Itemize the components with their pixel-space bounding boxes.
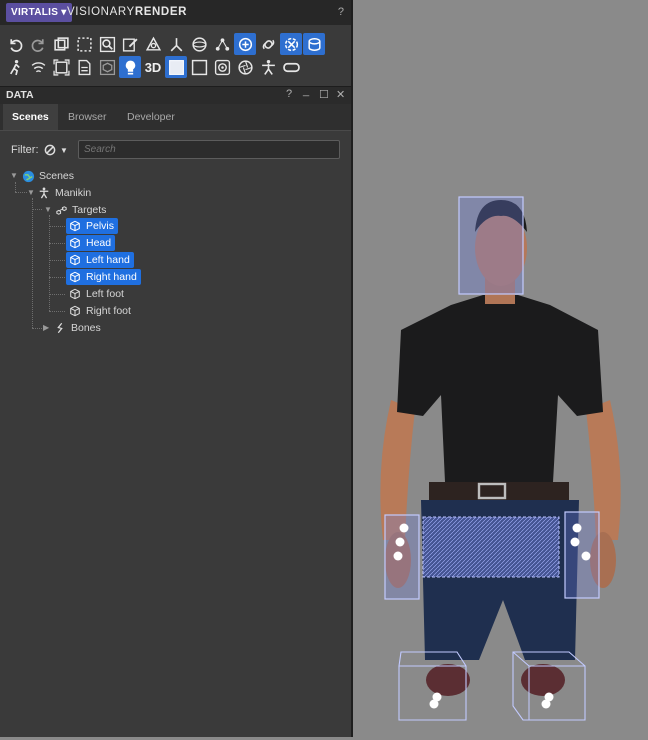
tree-node-right-foot[interactable]: Right foot bbox=[68, 303, 131, 319]
tree-label: Pelvis bbox=[86, 220, 115, 232]
tab-scenes[interactable]: Scenes bbox=[3, 104, 58, 130]
tree-node-pelvis[interactable]: Pelvis bbox=[66, 218, 119, 234]
rectangle-fill-icon[interactable] bbox=[165, 56, 187, 78]
tree-node-scenes[interactable]: Scenes bbox=[21, 168, 74, 184]
tree-node-bones[interactable]: Bones bbox=[53, 320, 101, 336]
walk-icon[interactable] bbox=[4, 56, 26, 78]
toolbar-row-2: 3D bbox=[4, 56, 302, 79]
cube-icon bbox=[68, 236, 82, 250]
manikin-render bbox=[380, 196, 621, 721]
tree-label: Right foot bbox=[86, 305, 131, 317]
tree-node-manikin[interactable]: Manikin bbox=[37, 185, 91, 201]
person-icon bbox=[37, 186, 51, 200]
panel-tabs: Scenes Browser Developer bbox=[0, 104, 352, 131]
figure-icon[interactable] bbox=[257, 56, 279, 78]
aperture-icon[interactable] bbox=[234, 56, 256, 78]
tree-label: Right hand bbox=[86, 271, 137, 283]
brand-menu-button[interactable]: VIRTALIS ▾ bbox=[6, 3, 72, 22]
tree-label: Manikin bbox=[55, 187, 92, 199]
no-filter-icon bbox=[44, 144, 56, 156]
expand-arrow-icon[interactable]: ▼ bbox=[44, 205, 52, 214]
undo-icon[interactable] bbox=[4, 33, 26, 55]
box-icon[interactable] bbox=[96, 56, 118, 78]
rectangle-icon[interactable] bbox=[188, 56, 210, 78]
product-name: VISIONARYRENDER bbox=[67, 6, 187, 18]
globe-icon bbox=[21, 169, 35, 183]
panel-maximize-button[interactable]: ☐ bbox=[319, 88, 329, 101]
link-icon[interactable] bbox=[257, 33, 279, 55]
tab-browser[interactable]: Browser bbox=[59, 104, 116, 130]
3d-viewport[interactable] bbox=[353, 0, 648, 737]
tree-label: Bones bbox=[71, 322, 101, 334]
product-prefix: VISIONARY bbox=[67, 6, 135, 18]
title-bar: VIRTALIS ▾ VISIONARYRENDER ? bbox=[0, 0, 352, 25]
data-panel-header: DATA ? _ ☐ ✕ bbox=[0, 85, 352, 104]
tree-label: Left hand bbox=[86, 254, 130, 266]
panel-close-button[interactable]: ✕ bbox=[336, 88, 345, 101]
left-panel: VIRTALIS ▾ VISIONARYRENDER ? 3D DATA ? _… bbox=[0, 0, 352, 737]
expand-arrow-icon[interactable]: ▼ bbox=[10, 171, 18, 180]
tree-label: Scenes bbox=[39, 170, 75, 182]
bones-icon bbox=[53, 321, 67, 335]
select-box-icon[interactable] bbox=[73, 33, 95, 55]
tree-node-left-hand[interactable]: Left hand bbox=[66, 252, 134, 268]
collision-icon[interactable] bbox=[280, 33, 302, 55]
panel-title: DATA bbox=[6, 89, 34, 101]
expand-arrow-icon[interactable]: ▼ bbox=[27, 188, 35, 197]
product-suffix: RENDER bbox=[134, 6, 187, 18]
toolbar-row-1 bbox=[4, 33, 325, 56]
collapse-arrow-icon[interactable]: ▶ bbox=[43, 323, 49, 332]
copy-icon[interactable] bbox=[50, 33, 72, 55]
cube-icon bbox=[68, 219, 82, 233]
transform-icon[interactable] bbox=[142, 33, 164, 55]
axes-icon[interactable] bbox=[165, 33, 187, 55]
cube-icon bbox=[68, 287, 82, 301]
toolbar: 3D bbox=[0, 25, 352, 85]
layers-icon[interactable] bbox=[303, 33, 325, 55]
light-icon[interactable] bbox=[119, 56, 141, 78]
tree-label: Left foot bbox=[86, 288, 124, 300]
vr-headset-icon[interactable] bbox=[280, 56, 302, 78]
targets-group-icon bbox=[54, 203, 68, 217]
cube-icon bbox=[68, 270, 82, 284]
tree-node-right-hand[interactable]: Right hand bbox=[66, 269, 141, 285]
search-input[interactable] bbox=[78, 140, 340, 159]
redo-icon[interactable] bbox=[27, 33, 49, 55]
rotate-icon[interactable] bbox=[234, 33, 256, 55]
help-button[interactable]: ? bbox=[338, 6, 344, 18]
tree-label: Targets bbox=[72, 204, 107, 216]
cube-icon bbox=[68, 304, 82, 318]
zoom-fit-icon[interactable] bbox=[96, 33, 118, 55]
target-icon[interactable] bbox=[211, 56, 233, 78]
edit-icon[interactable] bbox=[119, 33, 141, 55]
points-icon[interactable] bbox=[211, 33, 233, 55]
tree-node-left-foot[interactable]: Left foot bbox=[68, 286, 124, 302]
tree-label: Head bbox=[86, 237, 112, 249]
wireless-icon[interactable] bbox=[27, 56, 49, 78]
file-icon[interactable] bbox=[73, 56, 95, 78]
chevron-down-icon: ▼ bbox=[60, 145, 68, 155]
tree-node-head[interactable]: Head bbox=[66, 235, 116, 251]
filter-dropdown[interactable]: ▼ bbox=[44, 142, 68, 158]
tab-developer[interactable]: Developer bbox=[118, 104, 184, 130]
panel-help-button[interactable]: ? bbox=[286, 88, 292, 100]
panel-minimize-button[interactable]: _ bbox=[303, 85, 309, 97]
filter-label: Filter: bbox=[11, 144, 39, 156]
3d-toggle[interactable]: 3D bbox=[142, 56, 164, 78]
sphere-icon[interactable] bbox=[188, 33, 210, 55]
screen-icon[interactable] bbox=[50, 56, 72, 78]
tree-node-targets[interactable]: Targets bbox=[54, 202, 106, 218]
cube-icon bbox=[68, 253, 82, 267]
